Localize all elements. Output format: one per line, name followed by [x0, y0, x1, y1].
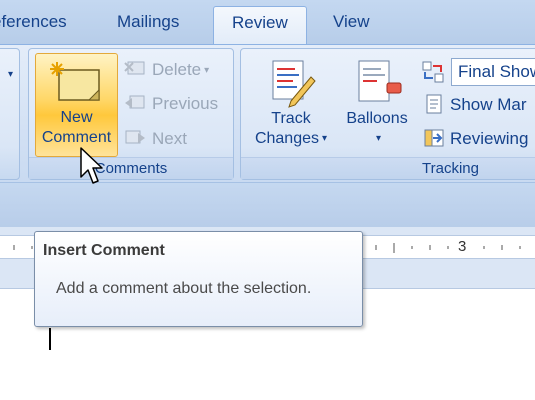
track-changes-icon: [272, 60, 316, 108]
display-for-review-icon: [422, 61, 444, 83]
balloons-dropdown: ▾: [337, 129, 417, 149]
previous-comment-button[interactable]: Previous: [124, 91, 218, 117]
next-comment-icon: [125, 130, 145, 144]
ribbon-tab-bar: eferences Mailings Review View: [0, 0, 535, 46]
delete-comment-icon: [124, 61, 145, 75]
track-changes-label-line1: Track: [271, 110, 311, 127]
tab-view[interactable]: View: [333, 12, 370, 32]
tab-mailings[interactable]: Mailings: [117, 12, 179, 32]
chevron-down-icon: ▾: [204, 65, 210, 76]
balloons-label: Balloons: [346, 110, 408, 127]
tab-references[interactable]: eferences: [0, 12, 67, 32]
next-comment-button[interactable]: Next: [124, 126, 187, 152]
delete-label: Delete: [152, 60, 202, 79]
tracking-group: Track Changes ▾ Balloons ▾ Final Show Sh…: [240, 48, 535, 180]
previous-comment-icon: [125, 95, 145, 109]
new-comment-button[interactable]: New Comment: [35, 53, 118, 157]
tab-review[interactable]: Review: [213, 6, 307, 46]
tooltip-title: Insert Comment: [43, 242, 165, 259]
show-markup-icon: [426, 94, 442, 114]
show-markup-label: Show Mar: [450, 95, 527, 114]
next-label: Next: [152, 129, 187, 148]
previous-label: Previous: [152, 94, 219, 113]
track-changes-label-line2: Changes ▾: [254, 130, 328, 147]
new-comment-icon: [49, 62, 100, 101]
tooltip-body: Add a comment about the selection.: [56, 280, 312, 297]
show-markup-button[interactable]: Show Mar: [423, 91, 527, 119]
ruler-number: 3: [458, 238, 467, 255]
chevron-down-icon: ▾: [322, 133, 328, 144]
delete-comment-button[interactable]: Delete ▾: [124, 57, 209, 83]
proofing-group-partial: ▾: [0, 48, 20, 180]
mouse-pointer-icon: [80, 147, 103, 184]
dropdown-arrow-icon[interactable]: ▾: [8, 69, 13, 80]
reviewing-pane-label: Reviewing: [450, 129, 529, 148]
tracking-group-label: Tracking: [241, 157, 535, 179]
reviewing-pane-icon: [424, 129, 444, 147]
display-for-review-dropdown[interactable]: Final Show: [451, 58, 535, 86]
track-changes-button[interactable]: Track Changes ▾: [247, 53, 335, 157]
ribbon-bottom-strip: [0, 182, 535, 227]
reviewing-pane-button[interactable]: Reviewing: [423, 125, 528, 153]
new-comment-label-line2: Comment: [41, 129, 112, 146]
comments-group: New Comment Delete ▾ Previous Next Commen…: [28, 48, 234, 180]
comments-group-label: Comments: [29, 157, 233, 179]
text-cursor: [49, 328, 51, 350]
chevron-down-icon: ▾: [375, 133, 382, 144]
balloons-button[interactable]: Balloons ▾: [337, 53, 417, 157]
balloons-icon: [358, 60, 402, 102]
insert-comment-tooltip: Insert Comment Add a comment about the s…: [34, 231, 363, 327]
new-comment-label-line1: New: [60, 109, 93, 126]
